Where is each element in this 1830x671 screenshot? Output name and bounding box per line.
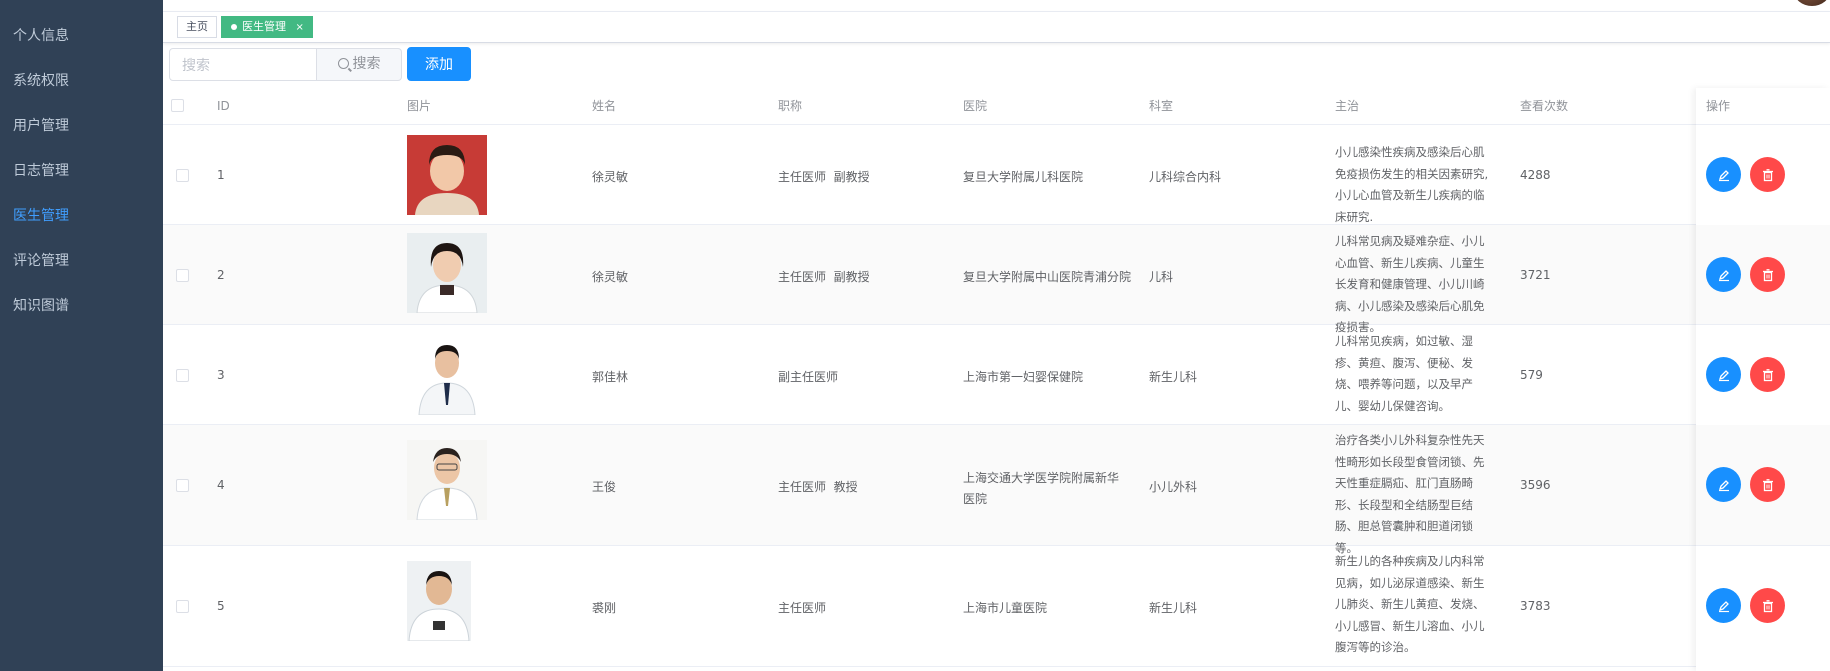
cell-hospital: 上海市儿童医院 bbox=[963, 601, 1048, 615]
actions-column: 操作 bbox=[1696, 88, 1830, 671]
cell-id: 2 bbox=[217, 268, 225, 282]
cell-views: 4288 bbox=[1520, 168, 1551, 182]
search-icon bbox=[337, 58, 349, 69]
cell-specialty: 儿科常见病及疑难杂症、小儿心血管、新生儿疾病、儿童生长发育和健康管理、小儿川崎病… bbox=[1335, 234, 1485, 334]
cell-department: 新生儿科 bbox=[1149, 601, 1198, 615]
add-button[interactable]: 添加 bbox=[407, 47, 471, 81]
cell-hospital: 上海市第一妇婴保健院 bbox=[963, 370, 1084, 384]
cell-hospital: 上海交通大学医学院附属新华医院 bbox=[963, 471, 1120, 506]
cell-department: 儿科综合内科 bbox=[1149, 170, 1222, 184]
edit-icon bbox=[1718, 479, 1729, 491]
select-all-checkbox[interactable] bbox=[171, 99, 184, 112]
cell-name: 徐灵敏 bbox=[592, 270, 629, 284]
search-button-label: 搜索 bbox=[352, 56, 381, 72]
cell-id: 4 bbox=[217, 478, 225, 492]
header-id: ID bbox=[217, 99, 230, 113]
cell-hospital: 复旦大学附属中山医院青浦分院 bbox=[963, 270, 1132, 284]
cell-title: 主任医师 副教授 bbox=[778, 270, 870, 284]
table-header: ID 图片 姓名 职称 医院 科室 主治 查看次数 bbox=[163, 88, 1830, 125]
cell-title: 主任医师 教授 bbox=[778, 480, 858, 494]
doctor-photo bbox=[407, 233, 487, 313]
delete-button[interactable] bbox=[1750, 157, 1785, 192]
edit-button[interactable] bbox=[1706, 588, 1741, 623]
cell-specialty: 治疗各类小儿外科复杂性先天性畸形如长段型食管闭锁、先天性重症膈疝、肛门直肠畸形、… bbox=[1335, 433, 1485, 555]
cell-department: 儿科 bbox=[1149, 270, 1174, 284]
edit-icon bbox=[1718, 169, 1729, 181]
cell-specialty: 儿科常见疾病，如过敏、湿疹、黄疸、腹泻、便秘、发烧、喂养等问题，以及早产儿、婴幼… bbox=[1335, 334, 1473, 413]
tag-label: 医生管理 bbox=[242, 20, 286, 33]
tag-home[interactable]: 主页 bbox=[177, 16, 217, 38]
search-button[interactable]: 搜索 bbox=[316, 48, 402, 81]
header-photo: 图片 bbox=[407, 99, 432, 113]
table-row: 4 王俊 主任医师 教授 上海交通大学医学院附属新华医院 小儿外科 治疗各类小儿… bbox=[163, 425, 1696, 555]
header-views: 查看次数 bbox=[1520, 99, 1569, 113]
sidebar-item-knowledge-graph[interactable]: 知识图谱 bbox=[0, 280, 163, 332]
cell-specialty: 新生儿的各种疾病及儿内科常见病，如儿泌尿道感染、新生儿肺炎、新生儿黄疸、发烧、小… bbox=[1335, 554, 1485, 654]
avatar[interactable] bbox=[1794, 0, 1830, 6]
trash-icon bbox=[1762, 599, 1773, 612]
cell-hospital: 复旦大学附属儿科医院 bbox=[963, 170, 1084, 184]
table-row: 1 徐灵敏 主任医师 副教授 复旦大学附属儿科医院 儿科综合内科 小儿感染性疾病… bbox=[163, 125, 1696, 225]
edit-button[interactable] bbox=[1706, 467, 1741, 502]
cell-views: 579 bbox=[1520, 368, 1543, 382]
edit-button[interactable] bbox=[1706, 357, 1741, 392]
delete-button[interactable] bbox=[1750, 357, 1785, 392]
table-row: 3 郭佳林 副主任医师 上海市第一妇婴保健院 新生儿科 儿科常见疾病，如过敏、湿… bbox=[163, 325, 1696, 425]
trash-icon bbox=[1762, 168, 1773, 181]
edit-button[interactable] bbox=[1706, 257, 1741, 292]
cell-views: 3783 bbox=[1520, 599, 1551, 613]
table-row: 2 徐灵敏 主任医师 副教授 复旦大学附属中山医院青浦分院 儿科 儿科常见病及疑… bbox=[163, 225, 1696, 334]
close-icon[interactable]: × bbox=[296, 22, 304, 33]
cell-views: 3596 bbox=[1520, 478, 1551, 492]
header-department: 科室 bbox=[1149, 99, 1174, 113]
cell-views: 3721 bbox=[1520, 268, 1551, 282]
cell-name: 郭佳林 bbox=[592, 370, 629, 384]
row-checkbox[interactable] bbox=[176, 600, 189, 613]
cell-id: 3 bbox=[217, 368, 225, 382]
cell-id: 5 bbox=[217, 599, 225, 613]
main-content: 主页 医生管理 × 搜索 添加 ID 图片 姓名 职称 医院 科室 主治 查看次… bbox=[163, 0, 1830, 671]
trash-icon bbox=[1762, 478, 1773, 491]
doctor-photo bbox=[407, 335, 487, 415]
doctor-table: ID 图片 姓名 职称 医院 科室 主治 查看次数 1 徐灵敏 主任医师 副教授… bbox=[163, 88, 1830, 667]
edit-icon bbox=[1718, 600, 1729, 612]
header-name: 姓名 bbox=[592, 99, 617, 113]
row-checkbox[interactable] bbox=[176, 169, 189, 182]
tags-view: 主页 医生管理 × bbox=[163, 12, 1830, 43]
cell-title: 主任医师 副教授 bbox=[778, 170, 870, 184]
cell-department: 新生儿科 bbox=[1149, 370, 1198, 384]
doctor-photo bbox=[407, 135, 487, 215]
trash-icon bbox=[1762, 268, 1773, 281]
edit-button[interactable] bbox=[1706, 157, 1741, 192]
edit-icon bbox=[1718, 369, 1729, 381]
tag-doctor-management[interactable]: 医生管理 × bbox=[221, 16, 313, 38]
cell-id: 1 bbox=[217, 168, 225, 182]
sidebar: 个人信息 系统权限 用户管理 日志管理 医生管理 评论管理 知识图谱 bbox=[0, 0, 163, 671]
doctor-photo bbox=[407, 561, 471, 641]
edit-icon bbox=[1718, 269, 1729, 281]
row-checkbox[interactable] bbox=[176, 369, 189, 382]
delete-button[interactable] bbox=[1750, 257, 1785, 292]
header-hospital: 医院 bbox=[963, 99, 988, 113]
search-input[interactable] bbox=[169, 48, 317, 81]
cell-department: 小儿外科 bbox=[1149, 480, 1198, 494]
header-title: 职称 bbox=[778, 99, 803, 113]
delete-button[interactable] bbox=[1750, 588, 1785, 623]
cell-title: 主任医师 bbox=[778, 601, 827, 615]
header-specialty: 主治 bbox=[1335, 99, 1360, 113]
row-checkbox[interactable] bbox=[176, 479, 189, 492]
table-row: 5 裘刚 主任医师 上海市儿童医院 新生儿科 新生儿的各种疾病及儿内科常见病，如… bbox=[163, 546, 1696, 667]
cell-specialty: 小儿感染性疾病及感染后心肌免疫损伤发生的相关因素研究,小儿心血管及新生儿疾病的临… bbox=[1335, 145, 1489, 224]
header-actions: 操作 bbox=[1706, 99, 1731, 113]
row-checkbox[interactable] bbox=[176, 269, 189, 282]
cell-name: 徐灵敏 bbox=[592, 170, 629, 184]
cell-title: 副主任医师 bbox=[778, 370, 839, 384]
delete-button[interactable] bbox=[1750, 467, 1785, 502]
doctor-photo bbox=[407, 440, 487, 520]
trash-icon bbox=[1762, 368, 1773, 381]
cell-name: 裘刚 bbox=[592, 601, 617, 615]
cell-name: 王俊 bbox=[592, 480, 617, 494]
top-navbar bbox=[163, 0, 1830, 12]
